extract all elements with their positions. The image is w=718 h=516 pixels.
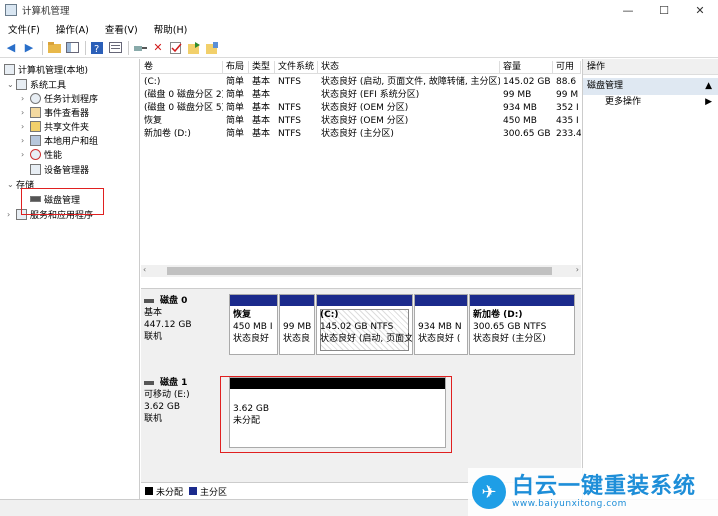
forward-icon[interactable]: ▶: [21, 40, 37, 56]
volume-table-header: 卷 布局 类型 文件系统 状态 容量 可用: [141, 61, 581, 74]
computer-management-icon: [4, 63, 15, 75]
legend-swatch-unallocated: [145, 487, 153, 495]
computer-management-icon: [5, 4, 17, 16]
folder-options-icon[interactable]: [204, 40, 220, 56]
help-icon[interactable]: ?: [89, 40, 105, 56]
column-header-filesystem[interactable]: 文件系统: [275, 61, 318, 74]
tree-item-local-users[interactable]: › 本地用户和组: [21, 133, 98, 147]
menu-file[interactable]: 文件(F): [0, 22, 48, 36]
menu-help[interactable]: 帮助(H): [146, 22, 196, 36]
chevron-right-icon[interactable]: ›: [21, 108, 30, 117]
table-row[interactable]: 新加卷 (D:) 简单 基本 NTFS 状态良好 (主分区) 300.65 GB…: [141, 128, 581, 141]
tree-item-system-tools[interactable]: ⌄ 系统工具: [7, 77, 66, 91]
column-header-free[interactable]: 可用: [553, 61, 581, 74]
folder-export-icon[interactable]: [186, 40, 202, 56]
watermark-url: www.baiyunxitong.com: [512, 499, 627, 509]
chevron-up-icon[interactable]: ▲: [705, 78, 712, 95]
more-actions-item[interactable]: 更多操作 ▶: [583, 95, 718, 110]
column-header-type[interactable]: 类型: [249, 61, 275, 74]
actions-section-disk-management[interactable]: 磁盘管理 ▲: [583, 78, 718, 95]
disk-graphical-view: 磁盘 0 基本 447.12 GB 联机 恢复 450 MB I 状态良好 99 M…: [141, 288, 581, 482]
toolbar: ◀ ▶ ? ✕: [0, 38, 718, 58]
actions-pane: 操作 磁盘管理 ▲ 更多操作 ▶: [582, 59, 718, 499]
up-folder-icon[interactable]: [46, 40, 62, 56]
column-header-volume[interactable]: 卷: [141, 61, 223, 74]
chevron-right-icon[interactable]: ›: [7, 210, 16, 219]
title-bar: 计算机管理 — ☐ ✕: [0, 0, 718, 20]
window-title: 计算机管理: [22, 6, 70, 17]
table-row[interactable]: (C:) 简单 基本 NTFS 状态良好 (启动, 页面文件, 故障转储, 主分…: [141, 76, 581, 89]
connect-icon[interactable]: [132, 40, 148, 56]
check-icon[interactable]: [168, 40, 184, 56]
partition-d-drive[interactable]: 新加卷 (D:) 300.65 GB NTFS 状态良好 (主分区): [469, 294, 575, 355]
disk-0-label[interactable]: 磁盘 0 基本 447.12 GB 联机: [144, 295, 224, 343]
menu-action[interactable]: 操作(A): [48, 22, 97, 36]
chevron-right-icon: ▶: [705, 97, 712, 107]
tree-item-device-manager[interactable]: 设备管理器: [30, 162, 89, 176]
clock-icon: [30, 92, 41, 104]
table-row[interactable]: 恢复 简单 基本 NTFS 状态良好 (OEM 分区) 450 MB 435 I: [141, 115, 581, 128]
tree-item-event-viewer[interactable]: › 事件查看器: [21, 105, 89, 119]
tree-item-root[interactable]: 计算机管理(本地): [4, 62, 88, 76]
disk-icon: [144, 299, 154, 303]
actions-header: 操作: [583, 59, 718, 75]
show-hide-tree-icon[interactable]: [64, 40, 80, 56]
event-viewer-icon: [30, 106, 41, 118]
chevron-down-icon[interactable]: ⌄: [7, 180, 16, 189]
watermark: ✈ 白云一键重装系统 www.baiyunxitong.com: [468, 468, 718, 516]
menu-view[interactable]: 查看(V): [97, 22, 146, 36]
tree-item-shared-folders[interactable]: › 共享文件夹: [21, 119, 89, 133]
chevron-right-icon[interactable]: ›: [21, 150, 30, 159]
highlight-box-disk-1: [220, 376, 452, 453]
main-pane: 卷 布局 类型 文件系统 状态 容量 可用 (C:) 简单 基本 NTFS 状态…: [141, 59, 581, 499]
tools-icon: [16, 78, 27, 90]
scrollbar-thumb[interactable]: [167, 267, 552, 275]
tree-item-task-scheduler[interactable]: › 任务计划程序: [21, 91, 98, 105]
partition-recovery[interactable]: 恢复 450 MB I 状态良好: [229, 294, 278, 355]
scroll-right-icon[interactable]: ›: [576, 265, 579, 274]
disk-1-label[interactable]: 磁盘 1 可移动 (E:) 3.62 GB 联机: [144, 377, 224, 425]
partition-c-drive[interactable]: (C:) 145.02 GB NTFS 状态良好 (启动, 页面文: [316, 294, 413, 355]
legend-swatch-primary: [189, 487, 198, 495]
partition-efi[interactable]: 99 MB 状态良: [279, 294, 315, 355]
properties-icon[interactable]: [107, 40, 123, 56]
partition-oem[interactable]: 934 MB N 状态良好 (: [414, 294, 468, 355]
disk-icon: [144, 381, 154, 385]
users-icon: [30, 134, 41, 146]
chevron-right-icon[interactable]: ›: [21, 136, 30, 145]
shared-folder-icon: [30, 120, 41, 132]
performance-icon: [30, 148, 41, 160]
device-manager-icon: [30, 163, 41, 175]
bird-logo-icon: ✈: [472, 475, 506, 509]
scroll-left-icon[interactable]: ‹: [143, 265, 146, 274]
column-header-status[interactable]: 状态: [318, 61, 500, 74]
svg-text:?: ?: [94, 44, 99, 54]
watermark-brand: 白云一键重装系统: [512, 474, 697, 499]
tree-item-performance[interactable]: › 性能: [21, 147, 62, 161]
table-row[interactable]: (磁盘 0 磁盘分区 2) 简单 基本 状态良好 (EFI 系统分区) 99 M…: [141, 89, 581, 102]
delete-icon[interactable]: ✕: [150, 40, 166, 56]
close-button[interactable]: ✕: [682, 0, 718, 20]
chevron-right-icon[interactable]: ›: [21, 94, 30, 103]
chevron-down-icon[interactable]: ⌄: [7, 80, 16, 89]
column-header-layout[interactable]: 布局: [223, 61, 249, 74]
column-header-capacity[interactable]: 容量: [500, 61, 553, 74]
menu-bar: 文件(F) 操作(A) 查看(V) 帮助(H): [0, 20, 718, 38]
navigation-tree: 计算机管理(本地) ⌄ 系统工具 › 任务计划程序 › 事件查看器 › 共享文件…: [0, 59, 140, 499]
highlight-box-disk-management: [21, 188, 104, 215]
minimize-button[interactable]: —: [610, 0, 646, 20]
maximize-button[interactable]: ☐: [646, 0, 682, 20]
back-icon[interactable]: ◀: [3, 40, 19, 56]
table-row[interactable]: (磁盘 0 磁盘分区 5) 简单 基本 NTFS 状态良好 (OEM 分区) 9…: [141, 102, 581, 115]
horizontal-scrollbar[interactable]: ‹ ›: [141, 265, 581, 277]
chevron-right-icon[interactable]: ›: [21, 122, 30, 131]
